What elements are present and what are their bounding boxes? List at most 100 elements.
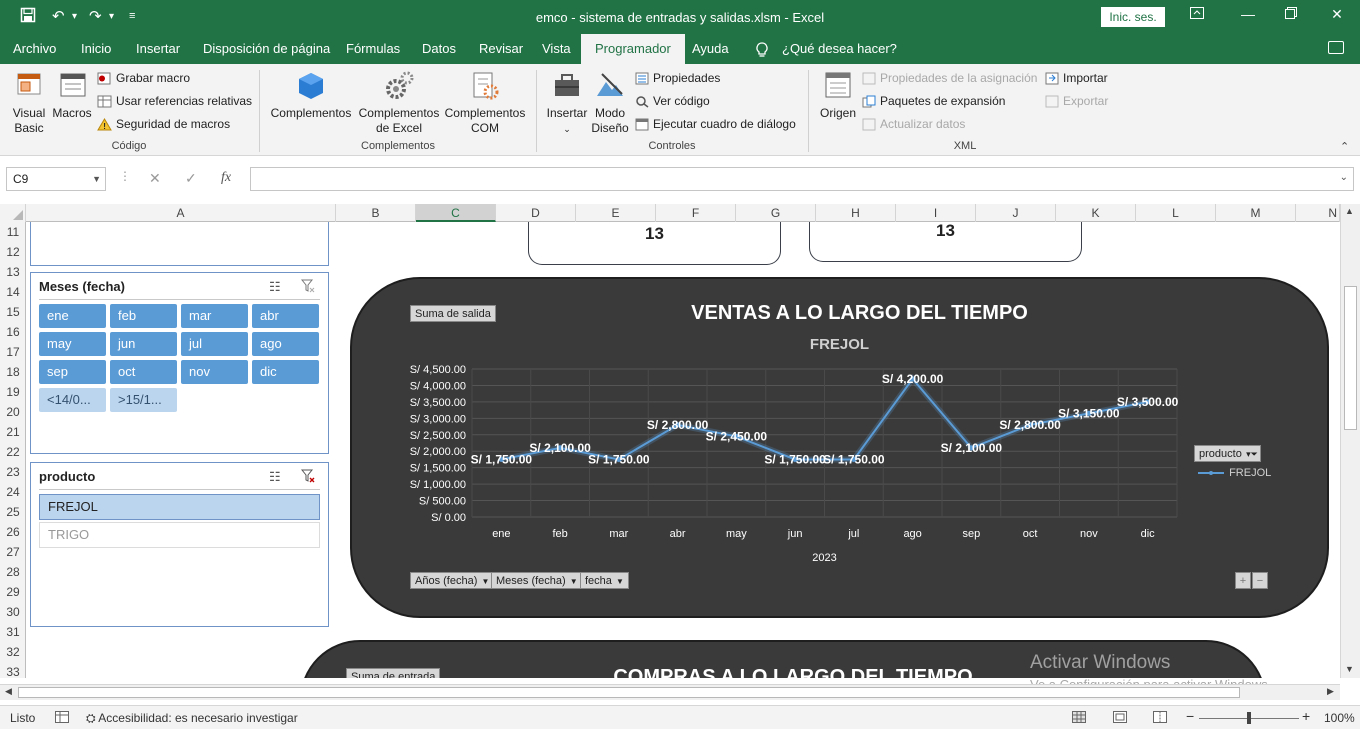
refresh-data-button[interactable]: Actualizar datos — [862, 117, 965, 131]
row-header[interactable]: 15 — [0, 302, 25, 322]
axis-field-button-meses[interactable]: Meses (fecha) ▼ — [491, 572, 583, 589]
slicer-item-sep[interactable]: sep — [39, 360, 106, 384]
relative-references-button[interactable]: Usar referencias relativas — [97, 94, 252, 108]
macro-record-icon[interactable] — [55, 711, 69, 726]
column-header-g[interactable]: G — [736, 204, 816, 222]
visual-basic-button[interactable]: Visual Basic — [6, 70, 52, 136]
sign-in-button[interactable]: Inic. ses. — [1101, 7, 1165, 27]
column-header-i[interactable]: I — [896, 204, 976, 222]
tab-insertar[interactable]: Insertar — [136, 34, 180, 64]
slicer-item-jul[interactable]: jul — [181, 332, 248, 356]
row-header[interactable]: 21 — [0, 422, 25, 442]
tab-inicio[interactable]: Inicio — [81, 34, 111, 64]
horizontal-scrollbar[interactable]: ◀ ▶ — [0, 684, 1340, 700]
row-header[interactable]: 23 — [0, 462, 25, 482]
worksheet[interactable]: Meses (fecha) ☷ ene feb mar abr may jun jul ago… — [26, 222, 1338, 678]
slicer-item-frejol[interactable]: FREJOL — [39, 494, 320, 520]
row-header[interactable]: 17 — [0, 342, 25, 362]
row-header[interactable]: 11 — [0, 222, 25, 242]
row-header[interactable]: 25 — [0, 502, 25, 522]
collapse-field-button[interactable]: − — [1252, 572, 1268, 589]
insert-control-button[interactable]: Insertar ⌄ — [545, 70, 589, 137]
expansion-packs-button[interactable]: Paquetes de expansión — [862, 94, 1005, 108]
tab-programador[interactable]: Programador — [581, 34, 685, 64]
row-header[interactable]: 20 — [0, 402, 25, 422]
slicer-item-feb[interactable]: feb — [110, 304, 177, 328]
expand-formula-icon[interactable]: ⌄ — [1340, 172, 1348, 183]
row-header[interactable]: 22 — [0, 442, 25, 462]
column-header-a[interactable]: A — [26, 204, 336, 222]
ribbon-display-icon[interactable] — [1187, 6, 1207, 22]
horizontal-scroll-thumb[interactable] — [18, 687, 1240, 698]
formula-input[interactable]: ⌄ — [250, 167, 1354, 191]
zoom-out-icon[interactable]: − — [1186, 708, 1194, 724]
page-break-view-icon[interactable] — [1153, 711, 1167, 726]
column-header-n[interactable]: N — [1296, 204, 1340, 222]
macro-security-button[interactable]: ! Seguridad de macros — [97, 117, 230, 131]
row-header[interactable]: 30 — [0, 602, 25, 622]
column-header-h[interactable]: H — [816, 204, 896, 222]
slicer-item-trigo[interactable]: TRIGO — [39, 522, 320, 548]
slicer-item-abr[interactable]: abr — [252, 304, 319, 328]
tab-archivo[interactable]: Archivo — [13, 34, 56, 64]
comments-icon[interactable] — [1328, 41, 1344, 54]
clear-filter-icon[interactable] — [300, 469, 315, 486]
row-header[interactable]: 27 — [0, 542, 25, 562]
slicer-item-range[interactable]: >15/1... — [110, 388, 177, 412]
zoom-slider-thumb[interactable] — [1247, 712, 1251, 724]
column-header-j[interactable]: J — [976, 204, 1056, 222]
row-header[interactable]: 12 — [0, 242, 25, 262]
select-all-corner[interactable] — [0, 204, 26, 222]
restore-icon[interactable] — [1281, 6, 1301, 22]
close-icon[interactable]: ✕ — [1327, 6, 1347, 23]
row-header[interactable]: 14 — [0, 282, 25, 302]
add-ins-button[interactable]: Complementos — [268, 70, 354, 121]
scroll-down-icon[interactable]: ▼ — [1345, 664, 1354, 674]
run-dialog-button[interactable]: Ejecutar cuadro de diálogo — [635, 117, 796, 131]
scroll-up-icon[interactable]: ▲ — [1345, 206, 1354, 216]
name-box-dropdown-icon[interactable]: ▼ — [92, 168, 101, 190]
accessibility-checker[interactable]: ⛭ Accesibilidad: es necesario investigar — [86, 711, 298, 726]
map-properties-button[interactable]: Propiedades de la asignación — [862, 71, 1037, 85]
page-layout-view-icon[interactable] — [1113, 711, 1127, 726]
zoom-in-icon[interactable]: + — [1302, 708, 1310, 724]
tab-formulas[interactable]: Fórmulas — [346, 34, 400, 64]
column-header-e[interactable]: E — [576, 204, 656, 222]
slicer-item-dic[interactable]: dic — [252, 360, 319, 384]
multi-select-icon[interactable]: ☷ — [269, 469, 281, 485]
scroll-right-icon[interactable]: ▶ — [1327, 686, 1334, 697]
scroll-left-icon[interactable]: ◀ — [5, 686, 12, 697]
view-code-button[interactable]: Ver código — [635, 94, 710, 108]
expand-field-button[interactable]: + — [1235, 572, 1251, 589]
design-mode-button[interactable]: Modo Diseño — [590, 70, 630, 136]
tab-disposicion[interactable]: Disposición de página — [203, 34, 330, 64]
slicer-item-ene[interactable]: ene — [39, 304, 106, 328]
name-box[interactable]: C9 ▼ — [6, 167, 106, 191]
row-header[interactable]: 26 — [0, 522, 25, 542]
column-header-d[interactable]: D — [496, 204, 576, 222]
record-macro-button[interactable]: Grabar macro — [97, 71, 190, 85]
column-header-b[interactable]: B — [336, 204, 416, 222]
slicer-item-mar[interactable]: mar — [181, 304, 248, 328]
column-header-l[interactable]: L — [1136, 204, 1216, 222]
cancel-icon[interactable]: ✕ — [149, 170, 161, 187]
row-header[interactable]: 31 — [0, 622, 25, 642]
slicer-item-oct[interactable]: oct — [110, 360, 177, 384]
axis-field-button-fecha[interactable]: fecha ▼ — [580, 572, 629, 589]
export-button[interactable]: Exportar — [1045, 94, 1108, 108]
slicer-item-nov[interactable]: nov — [181, 360, 248, 384]
insert-function-icon[interactable]: fx — [221, 170, 231, 186]
row-header[interactable]: 32 — [0, 642, 25, 662]
tell-me-search[interactable]: ¿Qué desea hacer? — [782, 34, 897, 64]
tab-revisar[interactable]: Revisar — [479, 34, 523, 64]
axis-field-button-anos[interactable]: Años (fecha) ▼ — [410, 572, 495, 589]
tab-vista[interactable]: Vista — [542, 34, 571, 64]
column-header-k[interactable]: K — [1056, 204, 1136, 222]
multi-select-icon[interactable]: ☷ — [269, 279, 281, 295]
collapse-ribbon-icon[interactable]: ⌃ — [1340, 140, 1349, 153]
slicer-item-ago[interactable]: ago — [252, 332, 319, 356]
tab-datos[interactable]: Datos — [422, 34, 456, 64]
column-header-c[interactable]: C — [416, 204, 496, 222]
tab-ayuda[interactable]: Ayuda — [692, 34, 729, 64]
normal-view-icon[interactable] — [1072, 711, 1086, 726]
